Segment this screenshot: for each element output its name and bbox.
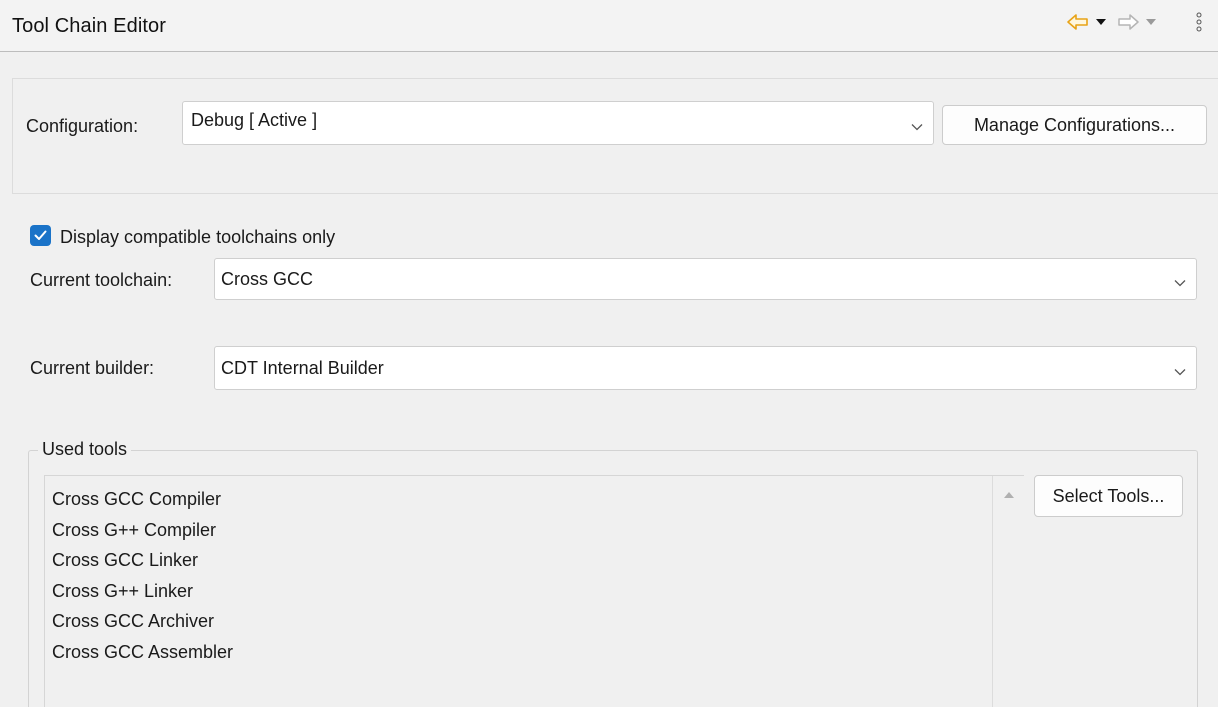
list-item[interactable]: Cross GCC Compiler <box>52 484 233 515</box>
current-builder-label: Current builder: <box>30 358 155 378</box>
select-tools-button[interactable]: Select Tools... <box>1034 475 1183 517</box>
chevron-down-icon <box>1174 274 1186 292</box>
list-item[interactable]: Cross G++ Linker <box>52 576 233 607</box>
list-item[interactable]: Cross GCC Archiver <box>52 606 233 637</box>
dropdown-triangle-icon[interactable] <box>1144 12 1158 32</box>
dropdown-triangle-icon[interactable] <box>1094 12 1108 32</box>
view-menu-icon[interactable] <box>1194 12 1204 32</box>
configuration-select[interactable]: Debug [ Active ] <box>182 101 934 145</box>
used-tools-list[interactable]: Cross GCC Compiler Cross G++ Compiler Cr… <box>44 475 1024 707</box>
configuration-label: Configuration: <box>26 116 139 136</box>
list-item[interactable]: Cross G++ Compiler <box>52 515 233 546</box>
editor-header: Tool Chain Editor <box>0 0 1218 52</box>
compatible-toolchains-checkbox[interactable] <box>30 225 51 246</box>
used-tools-legend: Used tools <box>38 439 132 460</box>
tool-chain-editor-page: Tool Chain Editor Configuration: Debug [… <box>0 0 1218 707</box>
scroll-up-icon[interactable] <box>1003 486 1015 504</box>
list-item[interactable]: Cross GCC Linker <box>52 545 233 576</box>
current-toolchain-value: Cross GCC <box>221 269 314 289</box>
chevron-down-icon <box>911 118 923 136</box>
chevron-down-icon <box>1174 363 1186 381</box>
current-toolchain-select[interactable]: Cross GCC <box>214 258 1197 300</box>
compatible-toolchains-label[interactable]: Display compatible toolchains only <box>60 227 335 248</box>
used-tools-scrollbar[interactable] <box>992 476 1024 707</box>
configuration-value: Debug [ Active ] <box>191 110 318 130</box>
forward-arrow-icon[interactable] <box>1116 12 1140 32</box>
manage-configurations-button[interactable]: Manage Configurations... <box>942 105 1207 145</box>
back-arrow-icon[interactable] <box>1066 12 1090 32</box>
list-item[interactable]: Cross GCC Assembler <box>52 637 233 668</box>
current-toolchain-label: Current toolchain: <box>30 270 173 290</box>
current-builder-value: CDT Internal Builder <box>221 358 384 378</box>
page-title: Tool Chain Editor <box>12 15 167 37</box>
current-builder-select[interactable]: CDT Internal Builder <box>214 346 1197 390</box>
